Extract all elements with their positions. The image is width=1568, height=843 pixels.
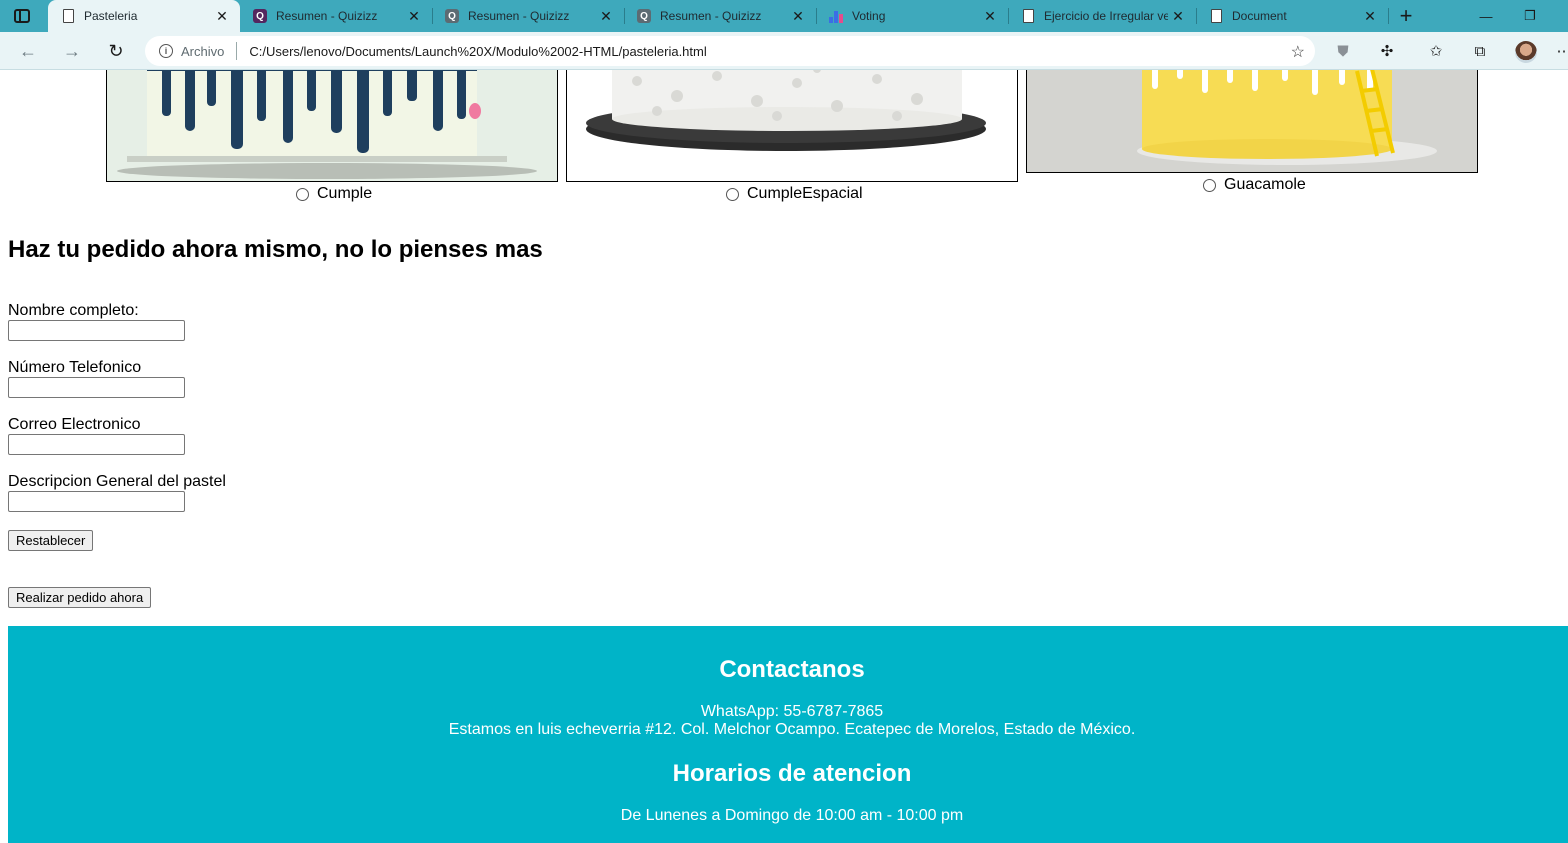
hours-heading: Horarios de atencion [672,760,912,787]
new-tab-icon[interactable]: + [1384,0,1428,32]
tab-ejercicio[interactable]: Ejercicio de Irregular ve ✕ [1008,0,1196,32]
page-icon [1208,8,1224,24]
cake-image-cumple [106,70,558,182]
email-label: Correo Electronico [8,416,141,433]
voting-icon [828,8,844,24]
forward-icon[interactable]: → [58,38,86,64]
phone-field[interactable] [8,377,185,398]
back-icon[interactable]: ← [14,38,42,64]
close-icon[interactable]: ✕ [212,8,232,25]
tab-title: Ejercicio de Irregular ve [1044,9,1168,23]
page-icon [60,8,76,24]
phone-label: Número Telefonico [8,359,142,376]
quizizz-icon: Q [252,8,268,24]
close-icon[interactable]: ✕ [980,8,1000,25]
more-icon[interactable]: ⋯ [1552,40,1568,62]
tab-title: Voting [852,9,886,23]
radio-button[interactable] [726,187,739,201]
cake-option-label: CumpleEspacial [747,185,863,202]
add-favorite-icon[interactable]: ☆ [1291,42,1305,62]
tab-document[interactable]: Document ✕ [1196,0,1388,32]
address-bar: ← → ↻ i Archivo C:/Users/lenovo/Document… [0,32,1568,70]
restore-icon[interactable]: ❐ [1508,0,1552,32]
info-icon[interactable]: i [159,44,173,58]
cake-image-guacamole [1026,70,1478,173]
page-viewport: Cumple CumpleEspacial Guacamole Haz tu p… [0,70,1568,843]
extensions-icon[interactable]: ✣ [1375,40,1399,62]
sidebar-toggle-icon[interactable] [14,9,30,23]
description-label: Descripcion General del pastel [8,473,226,490]
address-text: Estamos en luis echeverria #12. Col. Mel… [448,721,1136,738]
whatsapp-text: WhatsApp: 55-6787-7865 [700,703,884,720]
shield-icon[interactable]: ⛊ [1331,40,1355,62]
close-icon[interactable]: ✕ [404,8,424,25]
quizizz-icon: Q [636,8,652,24]
close-icon[interactable]: ✕ [1360,8,1380,25]
cake-option-label: Guacamole [1224,176,1306,193]
close-icon[interactable]: ✕ [596,8,616,25]
radio-button[interactable] [1203,178,1216,192]
page-icon [1020,8,1036,24]
scheme-label: Archivo [181,43,225,59]
tab-strip: Pasteleria ✕ Q Resumen - Quizizz ✕ Q Res… [0,0,1568,32]
minimize-icon[interactable]: — [1464,0,1508,32]
close-icon[interactable]: ✕ [788,8,808,25]
description-field[interactable] [8,491,185,512]
contact-heading: Contactanos [719,656,865,683]
name-field[interactable] [8,320,185,341]
tab-quizizz-2[interactable]: Q Resumen - Quizizz ✕ [432,0,624,32]
tab-title: Resumen - Quizizz [468,9,570,23]
tab-title: Resumen - Quizizz [660,9,762,23]
contact-footer: Contactanos WhatsApp: 55-6787-7865 Estam… [8,626,1568,843]
cake-image-cumpleespacial [566,70,1018,182]
tab-voting[interactable]: Voting ✕ [816,0,1008,32]
cake-option-cumpleespacial[interactable]: CumpleEspacial [726,185,863,203]
favorites-icon[interactable]: ✩ [1424,40,1448,62]
tab-title: Document [1232,9,1287,23]
url-field[interactable]: i Archivo C:/Users/lenovo/Documents/Laun… [145,36,1315,66]
refresh-icon[interactable]: ↻ [102,38,130,64]
tab-pasteleria[interactable]: Pasteleria ✕ [48,0,240,32]
omnibox-divider [236,42,238,60]
hours-text: De Lunenes a Domingo de 10:00 am - 10:00… [620,807,964,824]
order-heading: Haz tu pedido ahora mismo, no lo pienses… [8,236,543,263]
cake-option-guacamole[interactable]: Guacamole [1203,176,1306,194]
submit-order-button[interactable]: Realizar pedido ahora [8,587,152,608]
avatar[interactable] [1515,41,1537,63]
cake-option-cumple[interactable]: Cumple [296,185,372,203]
radio-button[interactable] [296,187,309,201]
quizizz-icon: Q [444,8,460,24]
name-label: Nombre completo: [8,302,139,319]
tab-title: Pasteleria [84,9,138,23]
tab-quizizz-1[interactable]: Q Resumen - Quizizz ✕ [240,0,432,32]
reset-button[interactable]: Restablecer [8,530,94,551]
tab-quizizz-3[interactable]: Q Resumen - Quizizz ✕ [624,0,816,32]
url-text[interactable]: C:/Users/lenovo/Documents/Launch%20X/Mod… [249,44,706,59]
close-icon[interactable]: ✕ [1168,8,1188,25]
cake-option-label: Cumple [317,185,373,202]
collections-icon[interactable]: ⧉ [1468,40,1492,62]
email-field[interactable] [8,434,185,455]
tab-title: Resumen - Quizizz [276,9,378,23]
